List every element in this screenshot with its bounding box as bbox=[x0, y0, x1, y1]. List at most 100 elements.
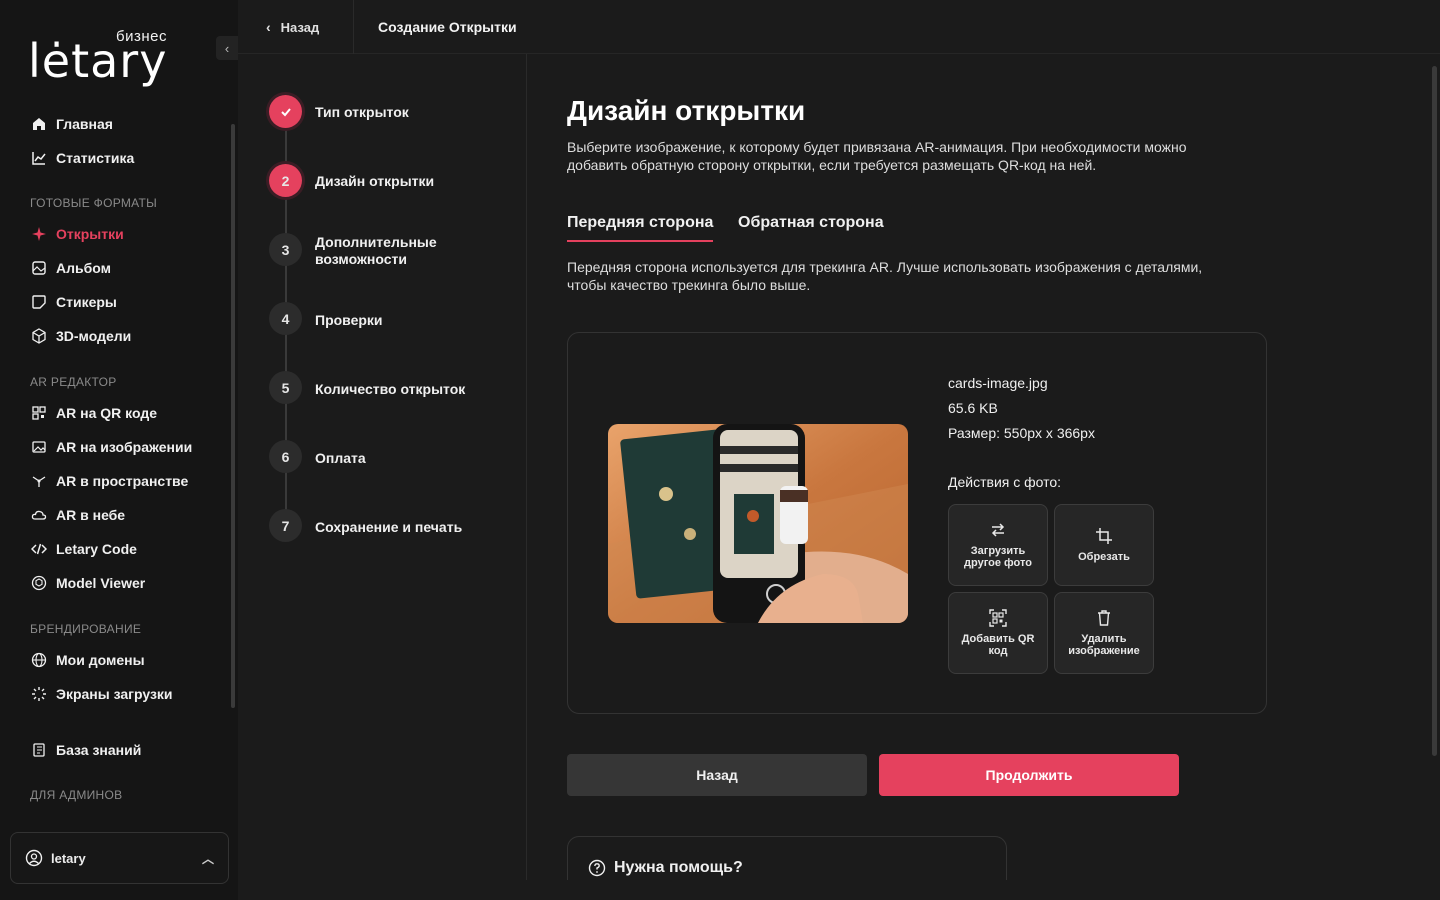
step-1-label[interactable]: Тип открыток bbox=[315, 104, 495, 121]
sidebar-item-label: Letary Code bbox=[56, 541, 137, 557]
step-4-label: Проверки bbox=[315, 312, 383, 328]
sidebar-item-label: Model Viewer bbox=[56, 575, 146, 591]
logo-text: lėtary bbox=[28, 34, 168, 88]
file-dimensions: Размер: 550px x 366px bbox=[948, 425, 1095, 441]
book-icon bbox=[30, 741, 48, 759]
space-icon bbox=[30, 472, 48, 490]
sidebar-item-model-viewer[interactable]: Model Viewer bbox=[30, 571, 145, 595]
sidebar-item-label: Главная bbox=[56, 116, 113, 132]
image-card: cards-image.jpg 65.6 KB Размер: 550px x … bbox=[567, 332, 1267, 714]
page-description: Выберите изображение, к которому будет п… bbox=[567, 139, 1187, 173]
sidebar: бизнес lėtary ‹ Главная Статистика ГОТОВ… bbox=[0, 0, 238, 900]
globe-icon bbox=[30, 651, 48, 669]
image-icon bbox=[30, 438, 48, 456]
steps-divider bbox=[526, 54, 527, 880]
step-6-circle: 6 bbox=[269, 440, 302, 473]
continue-button[interactable]: Продолжить bbox=[879, 754, 1179, 796]
cube-icon bbox=[30, 327, 48, 345]
sidebar-item-label: AR на изображении bbox=[56, 439, 193, 455]
sidebar-item-home[interactable]: Главная bbox=[30, 112, 113, 136]
sidebar-item-label: AR в небе bbox=[56, 507, 126, 523]
sidebar-item-stickers[interactable]: Стикеры bbox=[30, 290, 117, 314]
section-branding: БРЕНДИРОВАНИЕ bbox=[30, 622, 142, 636]
user-name: letary bbox=[51, 850, 86, 866]
photo-actions-title: Действия с фото: bbox=[948, 474, 1062, 490]
sidebar-item-letary-code[interactable]: Letary Code bbox=[30, 537, 137, 561]
sidebar-item-3d-models[interactable]: 3D-модели bbox=[30, 324, 131, 348]
qr-scan-icon bbox=[989, 609, 1007, 627]
file-name: cards-image.jpg bbox=[948, 375, 1048, 391]
swap-icon bbox=[991, 523, 1005, 537]
sidebar-item-stats[interactable]: Статистика bbox=[30, 146, 134, 170]
upload-other-photo-button[interactable]: Загрузить другое фото bbox=[948, 504, 1048, 586]
tab-back-side[interactable]: Обратная сторона bbox=[738, 214, 884, 240]
sidebar-item-ar-space[interactable]: AR в пространстве bbox=[30, 469, 188, 493]
file-size: 65.6 KB bbox=[948, 400, 998, 416]
model-viewer-icon bbox=[30, 574, 48, 592]
trash-icon bbox=[1098, 610, 1110, 626]
sidebar-item-label: Мои домены bbox=[56, 652, 145, 668]
sidebar-item-knowledge-base[interactable]: База знаний bbox=[30, 738, 141, 762]
step-2-label[interactable]: Дизайн открытки bbox=[315, 173, 495, 190]
step-3-circle: 3 bbox=[269, 233, 302, 266]
sidebar-item-label: Стикеры bbox=[56, 294, 117, 310]
sidebar-scrollbar[interactable] bbox=[231, 124, 235, 708]
chart-icon bbox=[30, 149, 48, 167]
sidebar-item-loading-screens[interactable]: Экраны загрузки bbox=[30, 682, 173, 706]
sidebar-item-label: 3D-модели bbox=[56, 328, 132, 344]
page-header-title: Создание Открытки bbox=[378, 19, 517, 35]
step-6-label: Оплата bbox=[315, 450, 366, 466]
help-title: Нужна помощь? bbox=[614, 859, 743, 876]
sidebar-item-ar-qr[interactable]: AR на QR коде bbox=[30, 401, 157, 425]
step-2-circle[interactable]: 2 bbox=[269, 164, 302, 197]
sidebar-item-label: AR на QR коде bbox=[56, 405, 157, 421]
sidebar-item-domains[interactable]: Мои домены bbox=[30, 648, 145, 672]
step-7-circle: 7 bbox=[269, 509, 302, 542]
sidebar-item-cards[interactable]: Открытки bbox=[30, 222, 124, 246]
user-menu[interactable]: letary ︿ bbox=[10, 832, 229, 884]
check-icon bbox=[280, 107, 291, 116]
card-photo-preview bbox=[608, 424, 908, 623]
action-label: Добавить QR код bbox=[961, 633, 1035, 657]
sidebar-item-ar-sky[interactable]: AR в небе bbox=[30, 503, 125, 527]
step-1-circle[interactable] bbox=[269, 95, 302, 128]
crop-button[interactable]: Обрезать bbox=[1054, 504, 1154, 586]
step-5-circle: 5 bbox=[269, 371, 302, 404]
tab-front-side[interactable]: Передняя сторона bbox=[567, 214, 714, 242]
page-title: Дизайн открытки bbox=[567, 95, 806, 126]
sidebar-item-label: Открытки bbox=[56, 226, 124, 242]
album-icon bbox=[30, 259, 48, 277]
header-back-link[interactable]: ‹ Назад bbox=[266, 0, 319, 54]
bottom-mask bbox=[238, 880, 1440, 900]
step-5-label: Количество открыток bbox=[315, 381, 466, 397]
sidebar-item-label: Экраны загрузки bbox=[56, 686, 173, 702]
sparkle-icon bbox=[30, 225, 48, 243]
sidebar-item-ar-image[interactable]: AR на изображении bbox=[30, 435, 192, 459]
header-back-label: Назад bbox=[280, 19, 320, 35]
delete-image-button[interactable]: Удалить изображение bbox=[1054, 592, 1154, 674]
step-3-label: Дополнительные возможности bbox=[315, 234, 437, 267]
home-icon bbox=[30, 115, 48, 133]
qr-icon bbox=[30, 404, 48, 422]
main-scrollbar[interactable] bbox=[1432, 66, 1437, 756]
tab-description: Передняя сторона используется для трекин… bbox=[567, 259, 1203, 293]
step-4-circle: 4 bbox=[269, 302, 302, 335]
sidebar-item-album[interactable]: Альбом bbox=[30, 256, 111, 280]
question-icon bbox=[588, 859, 606, 877]
add-qr-code-button[interactable]: Добавить QR код bbox=[948, 592, 1048, 674]
chevron-up-icon: ︿ bbox=[201, 851, 214, 866]
user-icon bbox=[25, 849, 43, 867]
sidebar-item-label: Альбом bbox=[56, 260, 111, 276]
sidebar-item-label: AR в пространстве bbox=[56, 473, 189, 489]
section-ar-editor: AR РЕДАКТОР bbox=[30, 375, 117, 389]
top-header: ‹ Назад Создание Открытки bbox=[238, 0, 1440, 54]
action-label: Обрезать bbox=[1078, 551, 1130, 563]
back-button[interactable]: Назад bbox=[567, 754, 867, 796]
logo[interactable]: бизнес lėtary bbox=[28, 26, 178, 88]
collapse-sidebar-button[interactable]: ‹ bbox=[216, 36, 238, 60]
header-divider bbox=[353, 0, 354, 54]
sidebar-item-label: База знаний bbox=[56, 742, 142, 758]
section-ready-formats: ГОТОВЫЕ ФОРМАТЫ bbox=[30, 196, 158, 210]
loader-icon bbox=[30, 685, 48, 703]
crop-icon bbox=[1096, 528, 1112, 544]
